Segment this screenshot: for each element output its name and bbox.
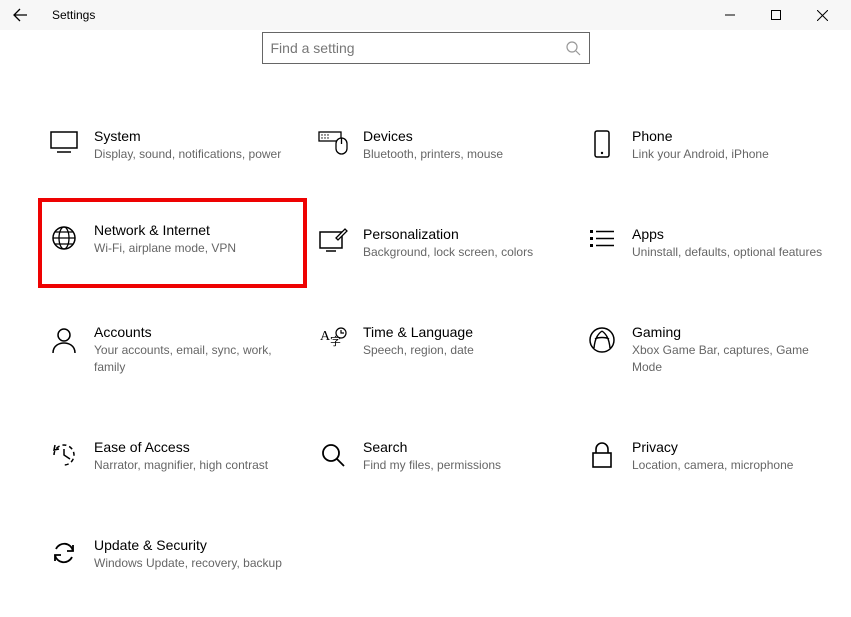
system-icon [48, 130, 80, 162]
tile-title: Phone [632, 128, 829, 144]
tile-desc: Your accounts, email, sync, work, family [94, 342, 291, 374]
tile-title: System [94, 128, 291, 144]
tile-privacy[interactable]: Privacy Location, camera, microphone [580, 435, 845, 477]
tile-network[interactable]: Network & Internet Wi-Fi, airplane mode,… [38, 198, 307, 288]
minimize-icon [725, 10, 735, 20]
close-button[interactable] [799, 0, 845, 30]
category-grid: System Display, sound, notifications, po… [0, 74, 851, 575]
tile-title: Search [363, 439, 560, 455]
tile-accounts[interactable]: Accounts Your accounts, email, sync, wor… [42, 320, 307, 378]
tile-time-language[interactable]: A 字 Time & Language Speech, region, date [311, 320, 576, 378]
update-security-icon [48, 539, 80, 571]
ease-of-access-icon [48, 441, 80, 473]
personalization-icon [317, 228, 349, 260]
tile-desc: Xbox Game Bar, captures, Game Mode [632, 342, 829, 374]
arrow-left-icon [12, 7, 28, 23]
maximize-button[interactable] [753, 0, 799, 30]
tile-desc: Windows Update, recovery, backup [94, 555, 291, 571]
privacy-icon [586, 441, 618, 473]
tile-devices[interactable]: Devices Bluetooth, printers, mouse [311, 124, 576, 166]
maximize-icon [771, 10, 781, 20]
tile-desc: Speech, region, date [363, 342, 560, 358]
tile-apps[interactable]: Apps Uninstall, defaults, optional featu… [580, 222, 845, 264]
search-input[interactable] [271, 40, 565, 56]
tile-personalization[interactable]: Personalization Background, lock screen,… [311, 222, 576, 264]
tile-title: Ease of Access [94, 439, 291, 455]
close-icon [817, 10, 828, 21]
tile-title: Personalization [363, 226, 560, 242]
apps-icon [586, 228, 618, 260]
tile-title: Accounts [94, 324, 291, 340]
tile-system[interactable]: System Display, sound, notifications, po… [42, 124, 307, 166]
svg-text:字: 字 [330, 334, 341, 348]
time-language-icon: A 字 [317, 326, 349, 358]
search-box[interactable] [262, 32, 590, 64]
tile-title: Apps [632, 226, 829, 242]
tile-desc: Bluetooth, printers, mouse [363, 146, 560, 162]
tile-phone[interactable]: Phone Link your Android, iPhone [580, 124, 845, 166]
tile-desc: Display, sound, notifications, power [94, 146, 291, 162]
tile-ease-of-access[interactable]: Ease of Access Narrator, magnifier, high… [42, 435, 307, 477]
tile-title: Devices [363, 128, 560, 144]
tile-title: Update & Security [94, 537, 291, 553]
network-icon [48, 224, 80, 256]
accounts-icon [48, 326, 80, 358]
tile-desc: Narrator, magnifier, high contrast [94, 457, 291, 473]
search-category-icon [317, 441, 349, 473]
titlebar: Settings [0, 0, 851, 30]
tile-desc: Find my files, permissions [363, 457, 560, 473]
devices-icon [317, 130, 349, 162]
tile-title: Privacy [632, 439, 829, 455]
tile-desc: Uninstall, defaults, optional features [632, 244, 829, 260]
window-title: Settings [52, 8, 95, 22]
gaming-icon [586, 326, 618, 358]
search-area [0, 30, 851, 74]
tile-desc: Location, camera, microphone [632, 457, 829, 473]
tile-title: Gaming [632, 324, 829, 340]
phone-icon [586, 130, 618, 162]
tile-desc: Wi-Fi, airplane mode, VPN [94, 240, 287, 256]
tile-title: Time & Language [363, 324, 560, 340]
tile-title: Network & Internet [94, 222, 287, 238]
tile-search[interactable]: Search Find my files, permissions [311, 435, 576, 477]
minimize-button[interactable] [707, 0, 753, 30]
search-icon [565, 40, 581, 56]
tile-update-security[interactable]: Update & Security Windows Update, recove… [42, 533, 307, 575]
tile-desc: Background, lock screen, colors [363, 244, 560, 260]
back-button[interactable] [6, 1, 34, 29]
tile-gaming[interactable]: Gaming Xbox Game Bar, captures, Game Mod… [580, 320, 845, 378]
tile-desc: Link your Android, iPhone [632, 146, 829, 162]
